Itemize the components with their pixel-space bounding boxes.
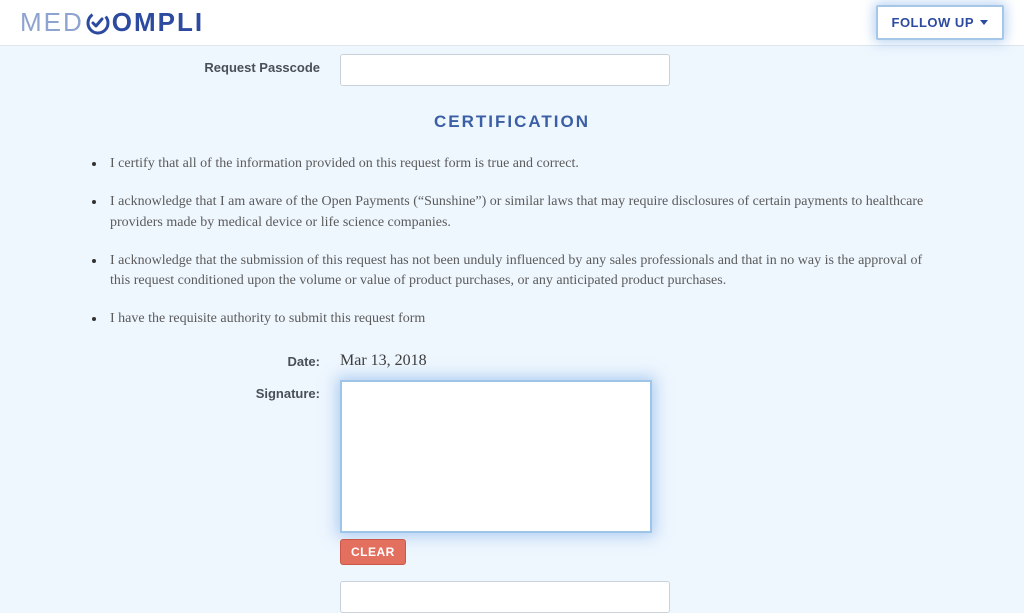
- passcode-label: Request Passcode: [40, 54, 340, 75]
- signature-pad[interactable]: [340, 380, 652, 533]
- date-row: Date: Mar 13, 2018: [40, 348, 984, 370]
- follow-up-button[interactable]: FOLLOW UP: [876, 5, 1005, 40]
- passcode-row: Request Passcode: [40, 54, 984, 86]
- certification-list: I certify that all of the information pr…: [40, 154, 984, 330]
- logo-text-post: OMPLI: [112, 7, 204, 38]
- next-label: [40, 581, 340, 587]
- clear-button[interactable]: CLEAR: [340, 539, 406, 565]
- logo-check-icon: [85, 10, 111, 36]
- next-row: [40, 581, 984, 613]
- signature-label: Signature:: [40, 380, 340, 401]
- logo: MED OMPLI: [20, 7, 204, 38]
- follow-up-label: FOLLOW UP: [892, 15, 975, 30]
- cert-item: I acknowledge that the submission of thi…: [106, 251, 944, 292]
- content-area: Request Passcode CERTIFICATION I certify…: [0, 54, 1024, 613]
- header-bar: MED OMPLI FOLLOW UP: [0, 0, 1024, 46]
- signature-row: Signature: CLEAR: [40, 380, 984, 565]
- cert-item: I certify that all of the information pr…: [106, 154, 944, 174]
- date-label: Date:: [40, 348, 340, 369]
- cert-item: I acknowledge that I am aware of the Ope…: [106, 192, 944, 233]
- logo-text-pre: MED: [20, 7, 84, 38]
- chevron-down-icon: [980, 20, 988, 25]
- cert-item: I have the requisite authority to submit…: [106, 309, 944, 329]
- next-input[interactable]: [340, 581, 670, 613]
- passcode-input[interactable]: [340, 54, 670, 86]
- certification-title: CERTIFICATION: [40, 112, 984, 132]
- date-value: Mar 13, 2018: [340, 348, 984, 370]
